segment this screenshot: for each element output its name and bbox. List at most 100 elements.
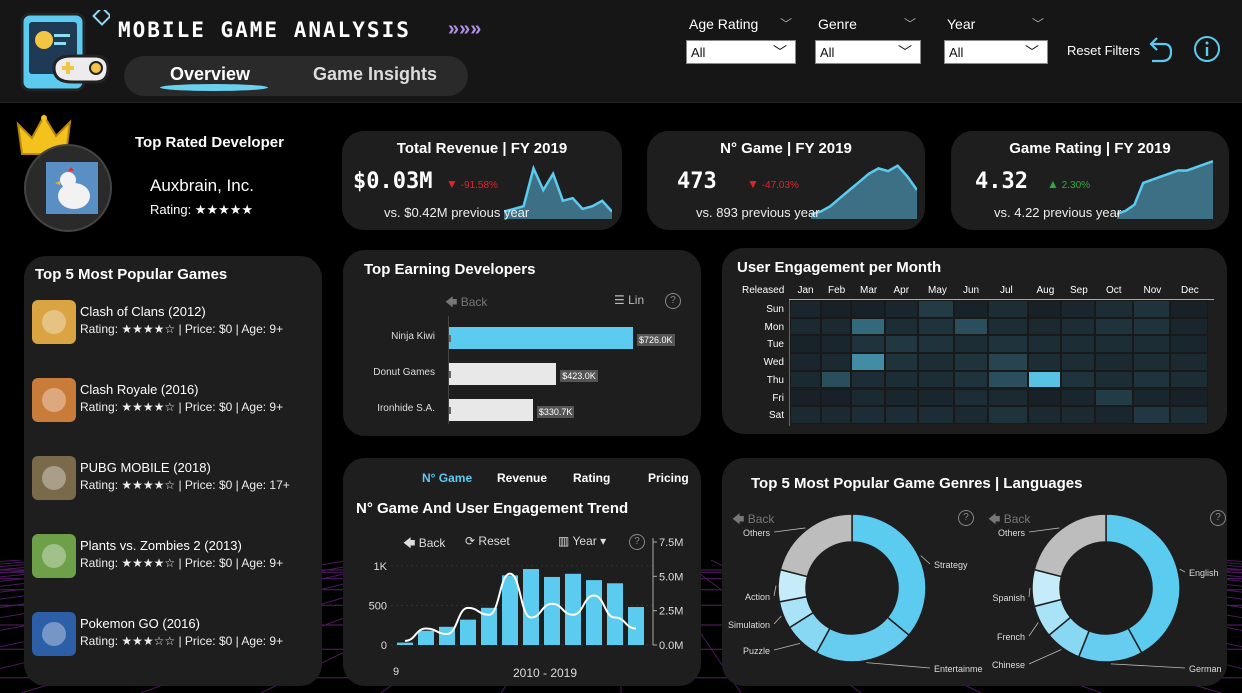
heatmap-cell[interactable]	[1133, 300, 1170, 318]
heatmap-cell[interactable]	[851, 388, 885, 407]
heatmap-cell[interactable]	[988, 300, 1028, 318]
heatmap-cell[interactable]	[790, 406, 821, 424]
heatmap-cell[interactable]	[821, 388, 851, 407]
heatmap-cell[interactable]	[885, 388, 918, 407]
chevron-down-icon[interactable]: ﹀	[780, 15, 792, 32]
heatmap-cell[interactable]	[1095, 317, 1133, 336]
heatmap-cell[interactable]	[1133, 370, 1170, 389]
heatmap-cell[interactable]	[1133, 388, 1170, 407]
donut-slice[interactable]	[779, 513, 853, 578]
heatmap-cell[interactable]	[821, 317, 851, 336]
heatmap-cell[interactable]	[790, 353, 821, 371]
heatmap-cell[interactable]	[1028, 353, 1061, 371]
heatmap-cell[interactable]	[885, 317, 918, 336]
heatmap-cell[interactable]	[1133, 406, 1170, 424]
heatmap-cell[interactable]	[851, 335, 885, 354]
donut-slice[interactable]	[1033, 513, 1107, 578]
heatmap-cell[interactable]	[1061, 300, 1095, 318]
heatmap-cell[interactable]	[918, 406, 954, 424]
heatmap-cell[interactable]	[988, 317, 1028, 336]
heatmap-cell[interactable]	[1170, 300, 1208, 318]
heatmap-cell[interactable]	[1028, 317, 1061, 336]
heatmap-cell[interactable]	[821, 300, 851, 318]
heatmap-cell[interactable]	[988, 353, 1028, 371]
heatmap-cell[interactable]	[1095, 335, 1133, 354]
heatmap-cell[interactable]	[1061, 317, 1095, 336]
donut-slice[interactable]	[851, 513, 927, 637]
heatmap-cell[interactable]	[885, 406, 918, 424]
heatmap-cell[interactable]	[1133, 335, 1170, 354]
heatmap-cell[interactable]	[851, 406, 885, 424]
trend-bar[interactable]	[523, 569, 539, 645]
heatmap-cell[interactable]	[1061, 335, 1095, 354]
heatmap-cell[interactable]	[918, 335, 954, 354]
developer-bar[interactable]	[449, 327, 633, 349]
heatmap-cell[interactable]	[918, 353, 954, 371]
heatmap-cell[interactable]	[954, 406, 988, 424]
heatmap-cell[interactable]	[1028, 388, 1061, 407]
heatmap-cell[interactable]	[1170, 406, 1208, 424]
heatmap-cell[interactable]	[1061, 406, 1095, 424]
help-icon[interactable]: ?	[665, 293, 681, 309]
heatmap-cell[interactable]	[954, 370, 988, 389]
heatmap-cell[interactable]	[1170, 388, 1208, 407]
heatmap-cell[interactable]	[1095, 353, 1133, 371]
heatmap-cell[interactable]	[988, 388, 1028, 407]
reset-arrow-icon[interactable]	[1146, 34, 1174, 64]
heatmap-cell[interactable]	[1170, 370, 1208, 389]
heatmap-cell[interactable]	[988, 370, 1028, 389]
heatmap-cell[interactable]	[1061, 370, 1095, 389]
heatmap-cell[interactable]	[1095, 388, 1133, 407]
lin-button[interactable]: ☰ Lin	[614, 293, 644, 307]
chevron-down-icon[interactable]: ﹀	[904, 15, 916, 32]
heatmap-cell[interactable]	[851, 300, 885, 318]
chevron-down-icon[interactable]: ﹀	[1032, 15, 1044, 32]
heatmap-cell[interactable]	[1028, 300, 1061, 318]
developer-bar[interactable]	[449, 399, 533, 421]
heatmap-cell[interactable]	[918, 370, 954, 389]
heatmap-cell[interactable]	[821, 353, 851, 371]
filter-year-select[interactable]: All ﹀	[944, 40, 1048, 64]
heatmap-cell[interactable]	[1095, 370, 1133, 389]
donut-slice[interactable]	[815, 616, 911, 663]
filter-genre-select[interactable]: All ﹀	[815, 40, 921, 64]
heatmap-cell[interactable]	[821, 335, 851, 354]
tab-game-insights[interactable]: Game Insights	[313, 64, 437, 85]
trend-bar[interactable]	[460, 619, 476, 645]
heatmap-cell[interactable]	[918, 300, 954, 318]
donut-slice[interactable]	[1105, 513, 1181, 654]
heatmap-cell[interactable]	[954, 353, 988, 371]
heatmap-cell[interactable]	[1095, 406, 1133, 424]
heatmap-cell[interactable]	[954, 317, 988, 336]
heatmap-cell[interactable]	[851, 370, 885, 389]
heatmap-cell[interactable]	[790, 370, 821, 389]
heatmap-cell[interactable]	[1133, 317, 1170, 336]
heatmap-cell[interactable]	[851, 353, 885, 371]
heatmap-cell[interactable]	[954, 335, 988, 354]
heatmap-cell[interactable]	[918, 388, 954, 407]
trend-bar[interactable]	[544, 576, 560, 645]
trend-bar[interactable]	[565, 573, 581, 645]
heatmap-cell[interactable]	[790, 300, 821, 318]
trend-bar[interactable]	[397, 642, 413, 645]
heatmap-cell[interactable]	[885, 335, 918, 354]
heatmap-cell[interactable]	[885, 370, 918, 389]
heatmap-cell[interactable]	[1133, 353, 1170, 371]
back-button[interactable]: 🡄 Back	[445, 293, 487, 314]
trend-bar[interactable]	[502, 575, 518, 645]
heatmap-cell[interactable]	[851, 317, 885, 336]
heatmap-cell[interactable]	[988, 335, 1028, 354]
heatmap-cell[interactable]	[1028, 335, 1061, 354]
reset-filters-button[interactable]: Reset Filters	[1067, 43, 1140, 58]
heatmap-cell[interactable]	[885, 300, 918, 318]
tab-overview[interactable]: Overview	[170, 64, 250, 85]
heatmap-cell[interactable]	[885, 353, 918, 371]
heatmap-cell[interactable]	[954, 300, 988, 318]
heatmap-cell[interactable]	[1095, 300, 1133, 318]
trend-bar[interactable]	[586, 580, 602, 645]
heatmap-cell[interactable]	[1170, 335, 1208, 354]
heatmap-cell[interactable]	[988, 406, 1028, 424]
filter-age-rating-select[interactable]: All ﹀	[686, 40, 796, 64]
heatmap-cell[interactable]	[1170, 317, 1208, 336]
heatmap-cell[interactable]	[1061, 353, 1095, 371]
